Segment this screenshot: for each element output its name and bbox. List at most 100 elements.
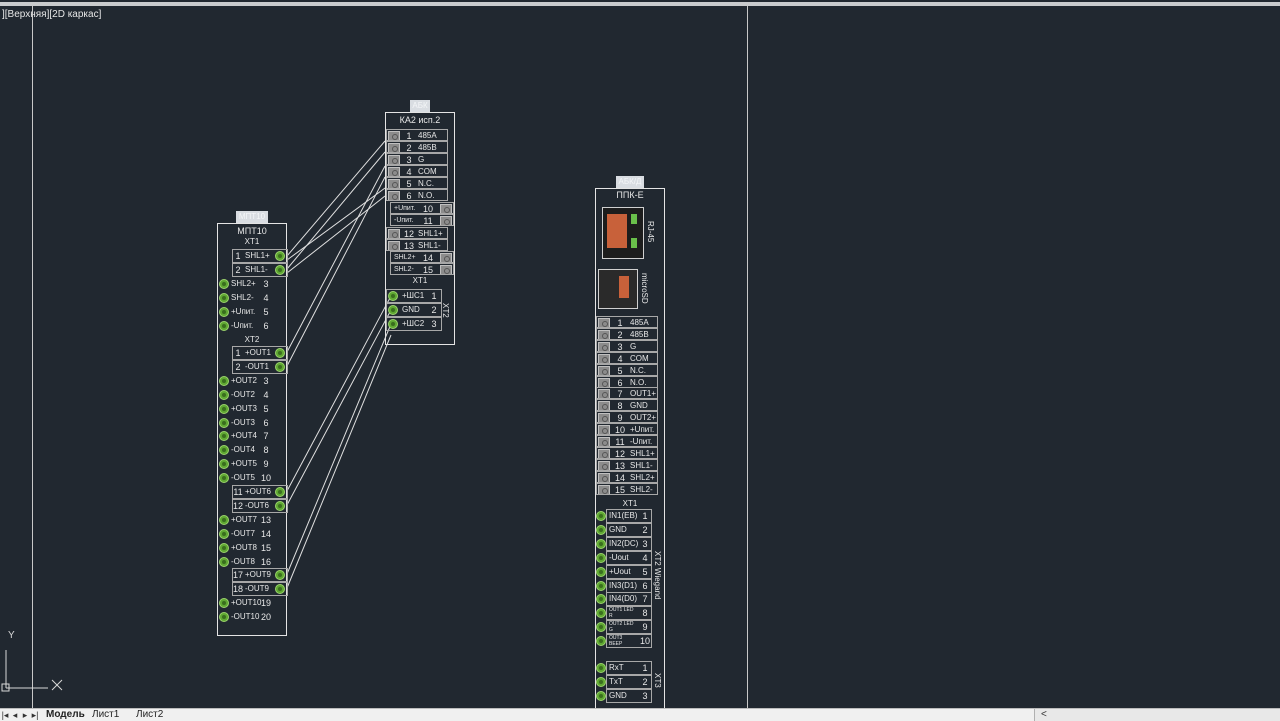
terminal-screw-icon[interactable] bbox=[596, 538, 606, 549]
terminal-row-box bbox=[386, 227, 448, 239]
terminal-screw-icon[interactable] bbox=[596, 690, 606, 701]
wire-line[interactable] bbox=[286, 309, 392, 506]
terminal-row-box bbox=[386, 238, 448, 251]
ppk-xt2-label: XT2 Wiegand bbox=[653, 551, 662, 600]
terminal-label: -OUT7 bbox=[231, 528, 255, 538]
terminal-number: 10 bbox=[261, 473, 272, 484]
terminal-number: 11 bbox=[233, 487, 243, 497]
mpt10-xt2-label: XT2 bbox=[244, 335, 260, 344]
terminal-screw-icon[interactable] bbox=[219, 292, 229, 303]
terminal-screw-icon[interactable] bbox=[219, 459, 229, 470]
terminal-number: 13 bbox=[261, 514, 272, 525]
ppk-xt1-label: XT1 bbox=[622, 499, 638, 508]
terminal-number: 9 bbox=[263, 459, 269, 470]
mpt10-xt1-label: XT1 bbox=[244, 237, 260, 246]
terminal-screw-icon[interactable] bbox=[596, 552, 606, 563]
wire-line[interactable] bbox=[286, 151, 386, 270]
mpt10-title: МПТ10 bbox=[237, 226, 267, 236]
terminal-row-box bbox=[606, 634, 652, 649]
terminal-row-box bbox=[596, 446, 658, 459]
wire-line[interactable] bbox=[286, 165, 386, 353]
ka2-block[interactable]: КА2 исп.2 1 485A 2 485B 3 G 4 COM 5 N.C. 6 N.O. +Uп… bbox=[385, 112, 455, 345]
terminal-label: +OUT6 bbox=[245, 487, 272, 496]
terminal-screw-icon[interactable] bbox=[219, 556, 229, 567]
terminal-screw-icon[interactable] bbox=[219, 320, 229, 331]
terminal-label: +OUT1 bbox=[245, 348, 272, 357]
terminal-label: -OUT4 bbox=[231, 445, 255, 455]
terminal-row-box bbox=[386, 188, 448, 201]
scroll-left-arrow-icon[interactable]: < bbox=[1041, 709, 1047, 721]
terminal-screw-icon[interactable] bbox=[596, 566, 606, 577]
terminal-screw-icon[interactable] bbox=[596, 580, 606, 591]
wire-line[interactable] bbox=[286, 323, 392, 575]
terminal-screw-icon[interactable] bbox=[275, 500, 285, 511]
terminal-row-box bbox=[596, 363, 658, 376]
wire-line[interactable] bbox=[286, 176, 386, 367]
terminal-row-box bbox=[606, 578, 652, 593]
tab-sheet2[interactable]: Лист2 bbox=[136, 709, 163, 721]
terminal-screw-icon[interactable] bbox=[219, 598, 229, 609]
terminal-label: +OUT2 bbox=[231, 375, 258, 385]
terminal-screw-icon[interactable] bbox=[275, 361, 285, 372]
terminal-number: 16 bbox=[261, 556, 272, 567]
terminal-screw-icon[interactable] bbox=[596, 663, 606, 673]
terminal-screw-icon[interactable] bbox=[219, 542, 229, 553]
terminal-screw-icon[interactable] bbox=[219, 306, 229, 317]
terminal-screw-icon[interactable] bbox=[219, 514, 229, 525]
terminal-screw-icon[interactable] bbox=[219, 612, 229, 623]
terminal-screw-icon[interactable] bbox=[219, 403, 229, 414]
terminal-number: 8 bbox=[263, 445, 269, 456]
terminal-label: -OUT5 bbox=[231, 473, 255, 483]
last-tab-button[interactable]: ▸| bbox=[30, 709, 40, 721]
terminal-label: -OUT10 bbox=[231, 612, 260, 622]
terminal-number: 7 bbox=[263, 431, 269, 442]
terminal-label: +OUT5 bbox=[231, 459, 258, 469]
tab-sheet1[interactable]: Лист1 bbox=[92, 709, 119, 721]
terminal-screw-icon[interactable] bbox=[219, 375, 229, 386]
terminal-screw-icon[interactable] bbox=[596, 594, 606, 605]
terminal-number: 6 bbox=[263, 417, 269, 428]
terminal-screw-icon[interactable] bbox=[275, 251, 285, 261]
terminal-screw-icon[interactable] bbox=[219, 431, 229, 442]
prev-tab-button[interactable]: ◂ bbox=[10, 709, 20, 721]
terminal-screw-icon[interactable] bbox=[219, 278, 229, 289]
wire-line[interactable] bbox=[286, 195, 386, 274]
terminal-screw-icon[interactable] bbox=[219, 473, 229, 484]
terminal-screw-icon[interactable] bbox=[275, 264, 285, 275]
next-tab-button[interactable]: ▸ bbox=[20, 709, 30, 721]
terminal-label: +OUT3 bbox=[231, 403, 258, 413]
first-tab-button[interactable]: |◂ bbox=[0, 709, 10, 721]
terminal-screw-icon[interactable] bbox=[275, 487, 285, 497]
ka2-xt2-label: XT2 bbox=[441, 303, 450, 318]
ka2-xt1-label: XT1 bbox=[412, 276, 428, 285]
terminal-screw-icon[interactable] bbox=[275, 348, 285, 358]
terminal-row-box bbox=[606, 688, 652, 703]
terminal-number: 19 bbox=[261, 598, 272, 609]
terminal-screw-icon[interactable] bbox=[596, 676, 606, 687]
mpt10-tag: МПТ10 bbox=[236, 211, 268, 223]
terminal-label: SHL2+ bbox=[231, 278, 256, 288]
terminal-row-box bbox=[596, 316, 658, 328]
terminal-screw-icon[interactable] bbox=[219, 445, 229, 456]
mpt10-block[interactable]: МПТ10 XT1 1 SHL1+ 2 SHL1- SHL2+ 3 SHL2- 4 +Uпит.… bbox=[217, 223, 288, 636]
terminal-number: 14 bbox=[261, 528, 272, 539]
terminal-screw-icon[interactable] bbox=[596, 622, 606, 633]
terminal-number: 18 bbox=[233, 584, 244, 595]
terminal-screw-icon[interactable] bbox=[596, 524, 606, 535]
terminal-row-box bbox=[596, 411, 658, 424]
ppk-block[interactable]: ППК-Е RJ-45 microSD 1 485A 2 485B 3 G 4 COM 5 N.C… bbox=[595, 188, 665, 708]
drawing-viewport[interactable]: ][Верхняя][2D каркас] МПТ10 МПТ10 XT1 1S… bbox=[0, 0, 1280, 708]
terminal-screw-icon[interactable] bbox=[596, 608, 606, 619]
terminal-screw-icon[interactable] bbox=[219, 389, 229, 400]
terminal-row-box bbox=[606, 509, 652, 523]
terminal-number: 2 bbox=[235, 361, 241, 372]
tab-model[interactable]: Модель bbox=[46, 709, 85, 721]
horizontal-scrollbar[interactable]: < bbox=[1034, 709, 1280, 721]
terminal-number: 3 bbox=[263, 375, 269, 386]
terminal-screw-icon[interactable] bbox=[596, 511, 606, 521]
terminal-row-box bbox=[390, 202, 454, 214]
terminal-screw-icon[interactable] bbox=[219, 528, 229, 539]
terminal-screw-icon[interactable] bbox=[219, 417, 229, 428]
terminal-label: +OUT7 bbox=[231, 514, 258, 524]
terminal-screw-icon[interactable] bbox=[596, 636, 606, 647]
